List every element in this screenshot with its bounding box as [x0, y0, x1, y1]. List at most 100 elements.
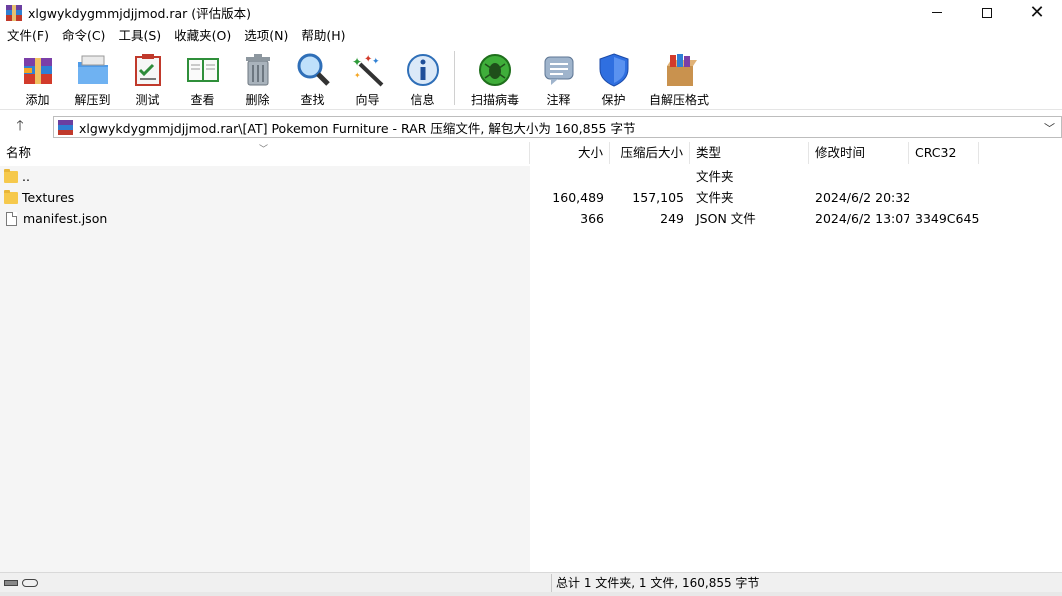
- info-button[interactable]: 信息: [395, 48, 450, 108]
- file-name: ..: [22, 169, 30, 184]
- view-button[interactable]: 查看: [175, 48, 230, 108]
- status-summary: 总计 1 文件夹, 1 文件, 160,855 字节: [556, 576, 760, 590]
- file-modified: 2024/6/2 13:07: [815, 211, 909, 226]
- file-rows: .. 文件夹 Textures 160,489 157,105 文件夹 2024…: [0, 166, 1062, 229]
- table-row[interactable]: manifest.json 366 249 JSON 文件 2024/6/2 1…: [0, 208, 1062, 229]
- delete-button[interactable]: 删除: [230, 48, 285, 108]
- address-bar: 🡑 xlgwykdygmmjdjjmod.rar\[AT] Pokemon Fu…: [0, 114, 1062, 140]
- winrar-app-icon: [6, 4, 22, 21]
- file-size: [530, 166, 610, 187]
- find-icon: [297, 53, 330, 86]
- arrow-up-icon: 🡑: [16, 118, 24, 134]
- table-row[interactable]: .. 文件夹: [0, 166, 1062, 187]
- delete-label: 删除: [245, 93, 270, 107]
- view-icon: [186, 58, 219, 82]
- drive-icon[interactable]: [4, 579, 18, 586]
- chevron-down-icon[interactable]: ﹀: [1044, 120, 1055, 136]
- add-label: 添加: [25, 93, 50, 107]
- sfx-icon: [667, 54, 697, 86]
- column-header-row: 名称 大小 压缩后大小 类型 修改时间 CRC32: [0, 142, 1062, 164]
- wizard-icon: ✦ ✦ ✦ ✦: [352, 54, 383, 87]
- file-size: 160,489: [552, 190, 604, 205]
- find-label: 查找: [300, 93, 325, 107]
- file-crc: [909, 166, 979, 187]
- menu-help[interactable]: 帮助(H): [296, 26, 350, 46]
- file-crc: [909, 187, 979, 208]
- file-icon: [6, 211, 17, 226]
- menu-commands[interactable]: 命令(C): [57, 26, 110, 46]
- address-combo[interactable]: xlgwykdygmmjdjjmod.rar\[AT] Pokemon Furn…: [53, 116, 1062, 138]
- file-packed-size: 157,105: [632, 190, 684, 205]
- window-title: xlgwykdygmmjdjjmod.rar (评估版本): [28, 6, 252, 21]
- test-icon: [134, 54, 161, 86]
- folder-icon: [4, 168, 18, 183]
- maximize-button[interactable]: [962, 0, 1012, 25]
- wizard-label: 向导: [355, 93, 380, 107]
- add-archive-icon: [23, 58, 52, 84]
- virus-scan-icon: [479, 54, 511, 86]
- file-crc: 3349C645: [915, 211, 979, 226]
- file-list: 名称 大小 压缩后大小 类型 修改时间 CRC32 ﹀ .. 文件夹 Textu…: [0, 142, 1062, 572]
- column-header-type[interactable]: 类型: [690, 142, 809, 164]
- add-button[interactable]: 添加: [10, 48, 65, 108]
- file-name: manifest.json: [23, 211, 108, 226]
- comment-button[interactable]: 注释: [531, 48, 586, 108]
- row-name-cell: manifest.json: [0, 208, 530, 229]
- comment-icon: [544, 56, 573, 85]
- file-name: Textures: [22, 190, 75, 205]
- menu-options[interactable]: 选项(N): [239, 26, 293, 46]
- protect-label: 保护: [601, 93, 626, 107]
- svg-text:✦: ✦: [372, 57, 380, 67]
- svg-text:✦: ✦: [354, 71, 361, 80]
- test-button[interactable]: 测试: [120, 48, 175, 108]
- minimize-button[interactable]: [912, 0, 962, 25]
- extract-to-label: 解压到: [74, 93, 111, 107]
- file-modified: 2024/6/2 20:32: [815, 190, 909, 205]
- file-packed-size: 249: [660, 211, 684, 226]
- sfx-label: 自解压格式: [648, 93, 709, 107]
- virus-scan-label: 扫描病毒: [470, 93, 519, 107]
- menu-file[interactable]: 文件(F): [2, 26, 54, 46]
- column-header-crc[interactable]: CRC32: [909, 142, 979, 164]
- key-icon[interactable]: [22, 578, 38, 587]
- view-label: 查看: [190, 93, 215, 107]
- title-bar: xlgwykdygmmjdjjmod.rar (评估版本) ✕: [0, 0, 1062, 25]
- extract-to-button[interactable]: 解压到: [65, 48, 120, 108]
- file-size: 366: [580, 211, 604, 226]
- column-header-packed[interactable]: 压缩后大小: [610, 142, 690, 164]
- column-header-modified[interactable]: 修改时间: [809, 142, 909, 164]
- table-row[interactable]: Textures 160,489 157,105 文件夹 2024/6/2 20…: [0, 187, 1062, 208]
- protect-button[interactable]: 保护: [586, 48, 641, 108]
- wizard-button[interactable]: ✦ ✦ ✦ ✦ 向导: [340, 48, 395, 108]
- file-type: JSON 文件: [696, 211, 756, 226]
- info-label: 信息: [410, 93, 435, 107]
- file-type: 文件夹: [696, 169, 734, 184]
- toolbar: 添加 解压到 测试 查看 删除 查找 ✦ ✦ ✦ ✦ 向导 信息 扫描病毒 注释…: [0, 48, 1062, 110]
- comment-label: 注释: [546, 93, 571, 107]
- sort-indicator-icon: ﹀: [259, 145, 269, 155]
- column-header-size[interactable]: 大小: [530, 142, 610, 164]
- status-bar: 总计 1 文件夹, 1 文件, 160,855 字节: [0, 572, 1062, 592]
- address-path: xlgwykdygmmjdjjmod.rar\[AT] Pokemon Furn…: [79, 120, 636, 136]
- file-packed-size: [610, 166, 690, 187]
- close-button[interactable]: ✕: [1012, 0, 1062, 25]
- up-folder-button[interactable]: 🡑: [0, 114, 40, 140]
- rar-archive-icon: [58, 119, 73, 135]
- file-type: 文件夹: [696, 190, 734, 205]
- info-icon: [406, 54, 439, 86]
- test-label: 测试: [135, 93, 160, 107]
- protect-icon: [599, 53, 628, 87]
- menu-tools[interactable]: 工具(S): [113, 26, 166, 46]
- virus-scan-button[interactable]: 扫描病毒: [459, 48, 531, 108]
- status-icons: [0, 573, 552, 592]
- row-name-cell: Textures: [0, 187, 530, 208]
- svg-text:✦: ✦: [352, 55, 362, 69]
- minimize-icon: [932, 12, 942, 13]
- menu-bar: 文件(F) 命令(C) 工具(S) 收藏夹(O) 选项(N) 帮助(H): [0, 26, 1062, 46]
- file-modified: [809, 166, 909, 187]
- menu-favorites[interactable]: 收藏夹(O): [169, 26, 236, 46]
- sfx-button[interactable]: 自解压格式: [641, 48, 717, 108]
- delete-icon: [245, 54, 270, 86]
- close-icon: ✕: [1029, 1, 1045, 23]
- find-button[interactable]: 查找: [285, 48, 340, 108]
